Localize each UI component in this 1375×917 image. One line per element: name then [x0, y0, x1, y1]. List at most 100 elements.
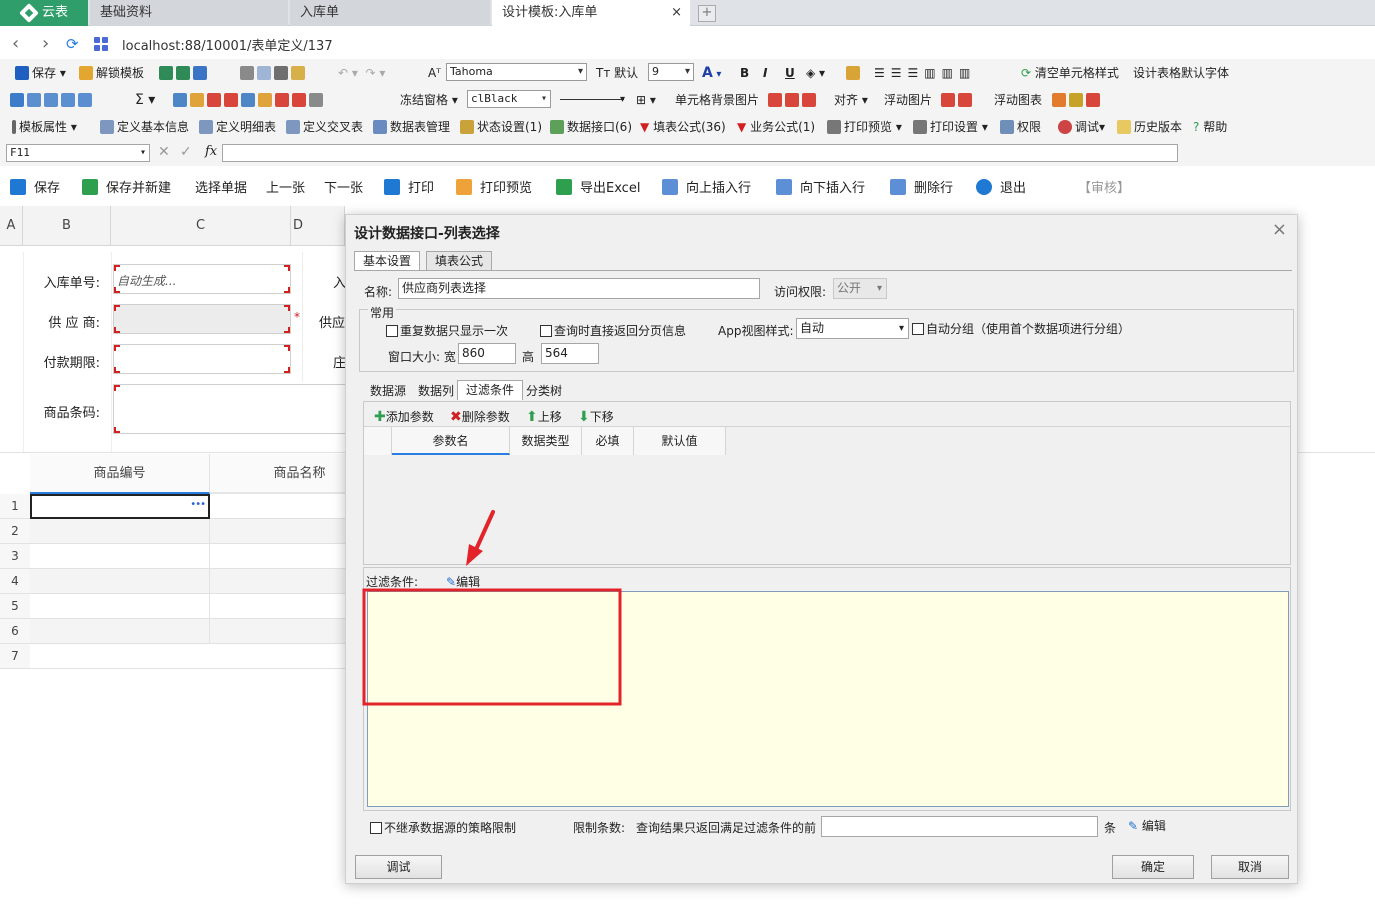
data-interface-tool[interactable]: 数据接口(6): [550, 118, 632, 136]
next-button[interactable]: 下一张: [324, 177, 363, 196]
biz-formula-tool[interactable]: ▼ 业务公式(1): [737, 118, 815, 136]
insert-icons[interactable]: [173, 91, 326, 109]
color-select[interactable]: clBlack: [467, 90, 551, 108]
select-doc-button[interactable]: 选择单据: [195, 177, 247, 196]
new-tab-button[interactable]: +: [698, 5, 716, 22]
clear-style-tool[interactable]: ⟳ 清空单元格样式: [1021, 64, 1119, 82]
border-icon[interactable]: ⊞ ▾: [636, 91, 656, 109]
grid-cell[interactable]: [30, 569, 210, 594]
col-header-a[interactable]: A: [0, 206, 23, 246]
col-data-type[interactable]: 数据类型: [510, 427, 582, 455]
checkbox-paging-info[interactable]: 查询时直接返回分页信息: [540, 322, 686, 339]
freeze-tool[interactable]: 冻结窗格 ▾: [400, 91, 458, 109]
apps-icon[interactable]: [94, 37, 108, 51]
formula-input[interactable]: [222, 144, 1178, 162]
grid-cell[interactable]: [30, 619, 210, 644]
subtab-filter[interactable]: 过滤条件: [457, 380, 524, 400]
col-header-d[interactable]: D: [291, 206, 345, 246]
print-settings-tool[interactable]: 打印设置 ▾: [913, 118, 988, 136]
define-basic-tool[interactable]: 定义基本信息: [100, 118, 189, 136]
grid-cell[interactable]: [30, 519, 210, 544]
barcode-field[interactable]: [113, 384, 345, 434]
prev-button[interactable]: 上一张: [266, 177, 305, 196]
app-tab[interactable]: 云表: [0, 0, 88, 26]
exit-button[interactable]: 退出: [976, 177, 1026, 196]
order-no-field[interactable]: 自动生成...: [113, 264, 291, 294]
grid-cell-active[interactable]: •••: [30, 494, 210, 519]
filter-edit-button[interactable]: ✎编辑: [446, 573, 480, 590]
debug-tool[interactable]: 调试▾: [1058, 118, 1105, 136]
checkbox-dedupe[interactable]: 重复数据只显示一次: [386, 322, 508, 339]
float-image-icons[interactable]: [941, 91, 975, 109]
row-number[interactable]: 4: [0, 569, 30, 594]
appview-select[interactable]: 自动 ▾: [796, 318, 909, 339]
float-image-tool[interactable]: 浮动图片: [884, 91, 932, 109]
cancel-icon[interactable]: ✕: [158, 144, 170, 160]
print-preview-button[interactable]: 打印预览: [456, 177, 532, 196]
cancel-button[interactable]: 取消: [1211, 855, 1289, 879]
print-preview-tool[interactable]: 打印预览 ▾: [827, 118, 902, 136]
subtab-datasource[interactable]: 数据源: [362, 382, 414, 402]
clipboard-icons[interactable]: [240, 64, 308, 82]
merge-icons[interactable]: [768, 91, 819, 109]
row-number[interactable]: 1: [0, 494, 30, 519]
delete-row-button[interactable]: 删除行: [890, 177, 953, 196]
default-font-tool[interactable]: 设计表格默认字体: [1133, 64, 1229, 82]
font-select[interactable]: Tahoma: [446, 63, 587, 81]
bold-button[interactable]: B: [740, 64, 749, 82]
back-icon[interactable]: ‹: [12, 33, 19, 54]
filter-condition-area[interactable]: [367, 591, 1289, 807]
cell-reference-box[interactable]: F11 ▾: [6, 144, 150, 162]
checkbox-auto-group[interactable]: 自动分组（使用首个数据项进行分组）: [912, 320, 1130, 337]
grid-cell[interactable]: [30, 644, 390, 669]
more-icon[interactable]: •••: [190, 499, 206, 510]
tab-basic-settings[interactable]: 基本设置: [354, 251, 421, 271]
save-button[interactable]: 保存: [10, 177, 60, 196]
line-style-icon[interactable]: [560, 99, 624, 100]
tab-design-template[interactable]: 设计模板:入库单 ×: [492, 0, 690, 26]
audit-button[interactable]: 【审核】: [1078, 177, 1130, 196]
grid-icons[interactable]: [10, 91, 95, 109]
unlock-tool[interactable]: 解锁模板: [79, 64, 144, 82]
checkbox-no-inherit[interactable]: 不继承数据源的策略限制: [370, 819, 516, 836]
default-tool[interactable]: Tᴛ 默认: [596, 64, 638, 82]
col-param-name[interactable]: 参数名: [392, 427, 510, 455]
insert-up-button[interactable]: 向上插入行: [662, 177, 751, 196]
col-header-b[interactable]: B: [23, 206, 111, 246]
tab-inbound-order[interactable]: 入库单: [290, 0, 490, 26]
define-detail-tool[interactable]: 定义明细表: [199, 118, 276, 136]
limit-input[interactable]: [821, 816, 1098, 837]
grid-header-product-code[interactable]: 商品编号: [30, 454, 210, 494]
refresh-icon[interactable]: ⟳: [66, 35, 79, 53]
line-style-dropdown[interactable]: ▾: [620, 91, 625, 109]
font-color-icon[interactable]: A ▾: [702, 64, 721, 82]
move-up-button[interactable]: ⬆上移: [526, 408, 562, 425]
fill-formula-tool[interactable]: ▼ 填表公式(36): [640, 118, 726, 136]
insert-down-button[interactable]: 向下插入行: [776, 177, 865, 196]
font-size-select[interactable]: 9: [648, 63, 694, 81]
supplier-field[interactable]: [113, 304, 291, 334]
align-icons[interactable]: ☰☰☰▥▥▥: [874, 64, 976, 82]
add-param-button[interactable]: ✚添加参数: [374, 408, 434, 425]
data-table-mgmt-tool[interactable]: 数据表管理: [373, 118, 450, 136]
sum-icon[interactable]: Σ ▾: [135, 91, 155, 109]
print-button[interactable]: 打印: [384, 177, 434, 196]
row-number[interactable]: 6: [0, 619, 30, 644]
tab-fill-formula[interactable]: 填表公式: [426, 251, 493, 271]
window-height-input[interactable]: 564: [541, 343, 599, 364]
row-number[interactable]: 7: [0, 644, 30, 669]
ok-button[interactable]: 确定: [1112, 855, 1194, 879]
cell-lock-icon[interactable]: [846, 64, 863, 82]
move-down-button[interactable]: ⬇下移: [578, 408, 614, 425]
subtab-columns[interactable]: 数据列: [410, 382, 462, 402]
define-cross-tool[interactable]: 定义交叉表: [286, 118, 363, 136]
col-required[interactable]: 必填: [582, 427, 634, 455]
row-number[interactable]: 3: [0, 544, 30, 569]
state-setting-tool[interactable]: 状态设置(1): [460, 118, 542, 136]
export-excel-button[interactable]: 导出Excel: [556, 177, 640, 196]
name-input[interactable]: 供应商列表选择: [398, 278, 760, 299]
url-text[interactable]: localhost:88/10001/表单定义/137: [122, 35, 333, 54]
row-number[interactable]: 5: [0, 594, 30, 619]
tab-basic-data[interactable]: 基础资料: [90, 0, 288, 26]
chart-icons[interactable]: [1052, 91, 1103, 109]
